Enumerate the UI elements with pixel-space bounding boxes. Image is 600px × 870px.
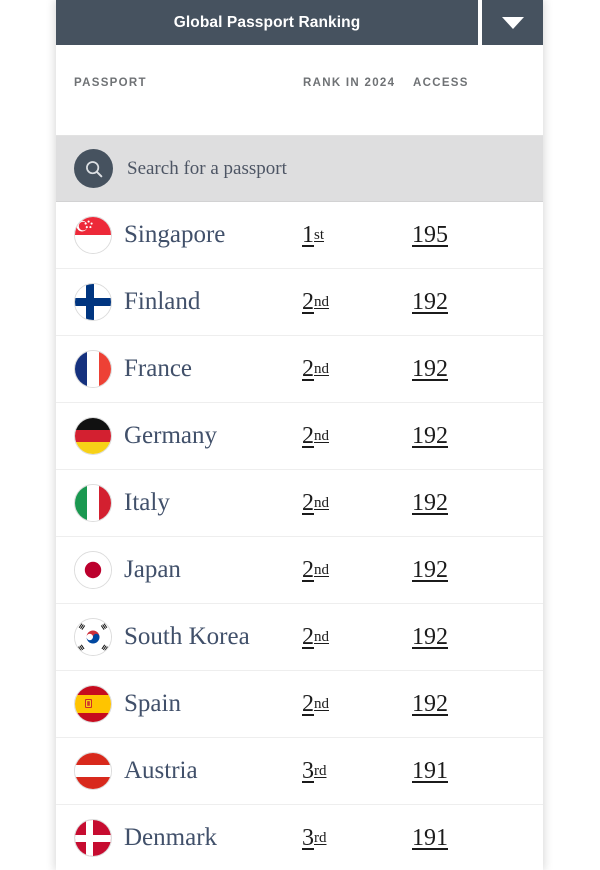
ranking-list[interactable]: Singapore 1st 195 Finland 2nd 192 France 2nd 192… <box>56 202 543 870</box>
rank-value: 2nd <box>302 623 329 650</box>
country-name: Spain <box>124 690 181 717</box>
access-value: 192 <box>412 690 448 717</box>
rank-value: 2nd <box>302 489 329 516</box>
table-row[interactable]: Denmark 3rd 191 <box>56 805 543 870</box>
table-row[interactable]: Finland 2nd 192 <box>56 269 543 336</box>
rank-number: 3 <box>302 824 314 851</box>
table-row[interactable]: Italy 2nd 192 <box>56 470 543 537</box>
country-name: Italy <box>124 489 170 516</box>
country-name: Finland <box>124 288 201 315</box>
flag-japan-icon <box>74 551 112 589</box>
rank-value: 2nd <box>302 355 329 382</box>
rank-number: 2 <box>302 288 314 315</box>
flag-germany-icon <box>74 417 112 455</box>
table-row[interactable]: France 2nd 192 <box>56 336 543 403</box>
rank-number: 2 <box>302 556 314 583</box>
table-row[interactable]: Spain 2nd 192 <box>56 671 543 738</box>
flag-italy-icon <box>74 484 112 522</box>
rank-number: 3 <box>302 757 314 784</box>
rank-value: 2nd <box>302 690 329 717</box>
access-value: 192 <box>412 288 448 315</box>
column-header-passport: PASSPORT <box>74 77 147 89</box>
rank-number: 2 <box>302 422 314 449</box>
access-value: 192 <box>412 355 448 382</box>
country-name: Denmark <box>124 824 218 851</box>
column-header-row: PASSPORT RANK IN 2024 ACCESS <box>56 45 543 136</box>
title-bar: Global Passport Ranking <box>56 0 478 45</box>
rank-value: 2nd <box>302 288 329 315</box>
access-value: 192 <box>412 623 448 650</box>
rank-value: 1st <box>302 221 325 248</box>
rank-number: 2 <box>302 489 314 516</box>
rank-number: 2 <box>302 355 314 382</box>
widget-header: Global Passport Ranking <box>56 0 543 45</box>
access-value: 192 <box>412 489 448 516</box>
rank-value: 3rd <box>302 824 327 851</box>
table-row[interactable]: Japan 2nd 192 <box>56 537 543 604</box>
country-name: Austria <box>124 757 198 784</box>
country-name: France <box>124 355 193 382</box>
rank-number: 2 <box>302 690 314 717</box>
access-value: 192 <box>412 422 448 449</box>
rank-number: 1 <box>302 221 314 248</box>
rank-value: 2nd <box>302 422 329 449</box>
country-name: South Korea <box>124 623 250 650</box>
flag-south-korea-icon <box>74 618 112 656</box>
flag-singapore-icon <box>74 216 112 254</box>
table-row[interactable]: Singapore 1st 195 <box>56 202 543 269</box>
search-input[interactable]: Search for a passport <box>127 158 287 180</box>
table-row[interactable]: South Korea 2nd 192 <box>56 604 543 671</box>
ranking-card: Global Passport Ranking PASSPORT RANK IN… <box>56 0 543 870</box>
table-row[interactable]: Austria 3rd 191 <box>56 738 543 805</box>
rank-value: 3rd <box>302 757 327 784</box>
rank-value: 2nd <box>302 556 329 583</box>
flag-spain-icon <box>74 685 112 723</box>
access-value: 195 <box>412 221 448 248</box>
search-icon <box>74 149 113 188</box>
flag-austria-icon <box>74 752 112 790</box>
rank-number: 2 <box>302 623 314 650</box>
flag-denmark-icon <box>74 819 112 857</box>
column-header-access: ACCESS <box>413 77 469 89</box>
access-value: 191 <box>412 757 448 784</box>
country-name: Singapore <box>124 221 226 248</box>
search-bar[interactable]: Search for a passport <box>56 136 543 202</box>
passport-ranking-widget: Global Passport Ranking PASSPORT RANK IN… <box>0 0 600 870</box>
flag-finland-icon <box>74 283 112 321</box>
country-name: Germany <box>124 422 218 449</box>
access-value: 191 <box>412 824 448 851</box>
dropdown-toggle-button[interactable] <box>482 0 543 45</box>
flag-france-icon <box>74 350 112 388</box>
chevron-down-icon <box>501 16 524 29</box>
access-value: 192 <box>412 556 448 583</box>
column-header-rank: RANK IN 2024 <box>303 77 396 89</box>
page-title: Global Passport Ranking <box>173 13 361 31</box>
table-row[interactable]: Germany 2nd 192 <box>56 403 543 470</box>
country-name: Japan <box>124 556 181 583</box>
